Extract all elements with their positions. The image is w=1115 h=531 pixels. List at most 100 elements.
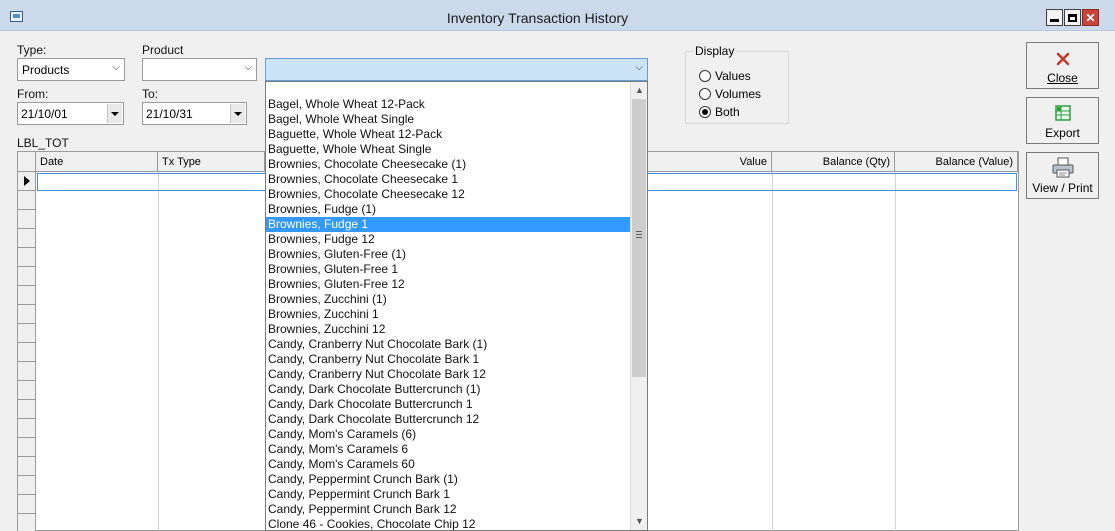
row-selector[interactable]	[18, 457, 36, 476]
maximize-icon	[1068, 13, 1077, 22]
dropdown-item[interactable]: Candy, Mom's Caramels 6	[266, 442, 631, 457]
row-selector[interactable]	[18, 305, 36, 324]
column-balance-qty[interactable]: Balance (Qty)	[772, 152, 895, 172]
chevron-down-icon: ⌵	[244, 62, 252, 73]
dropdown-item[interactable]: Brownies, Fudge (1)	[266, 202, 631, 217]
radio-both[interactable]: Both	[699, 105, 740, 119]
radio-icon	[699, 70, 711, 82]
from-date-value: 21/10/01	[21, 107, 68, 121]
row-selector[interactable]	[18, 229, 36, 248]
dropdown-items[interactable]: Bagel, Whole Wheat 12-Pack Bagel, Whole W…	[266, 97, 631, 530]
dropdown-item[interactable]: Brownies, Chocolate Cheesecake 12	[266, 187, 631, 202]
total-label: LBL_TOT	[17, 136, 69, 150]
dropdown-item[interactable]: Brownies, Zucchini (1)	[266, 292, 631, 307]
window-close-button[interactable]: ✕	[1082, 9, 1099, 26]
dropdown-item[interactable]: Brownies, Zucchini 12	[266, 322, 631, 337]
dropdown-item[interactable]: Baguette, Whole Wheat 12-Pack	[266, 127, 631, 142]
radio-icon	[699, 88, 711, 100]
dropdown-item[interactable]: Candy, Peppermint Crunch Bark (1)	[266, 472, 631, 487]
dropdown-item[interactable]: Candy, Cranberry Nut Chocolate Bark 1	[266, 352, 631, 367]
row-selector[interactable]	[18, 191, 36, 210]
row-selector[interactable]	[18, 438, 36, 457]
dropdown-item[interactable]: Brownies, Fudge 12	[266, 232, 631, 247]
grid-divider	[158, 172, 159, 531]
grid-corner	[18, 152, 36, 172]
row-selector[interactable]	[18, 514, 36, 531]
dropdown-item[interactable]: Candy, Dark Chocolate Buttercrunch 12	[266, 412, 631, 427]
to-date-picker[interactable]: 21/10/31	[142, 102, 247, 125]
view-print-button[interactable]: View / Print	[1026, 152, 1099, 199]
row-selector[interactable]	[18, 286, 36, 305]
row-selector[interactable]	[18, 381, 36, 400]
to-label: To:	[142, 87, 159, 101]
column-value[interactable]: Value	[648, 152, 772, 172]
dropdown-item[interactable]: Brownies, Chocolate Cheesecake 1	[266, 172, 631, 187]
current-row-indicator[interactable]	[18, 172, 36, 191]
dropdown-item[interactable]: Bagel, Whole Wheat 12-Pack	[266, 97, 631, 112]
minimize-icon	[1050, 18, 1059, 22]
dropdown-item[interactable]: Baguette, Whole Wheat Single	[266, 142, 631, 157]
row-selector[interactable]	[18, 400, 36, 419]
type-select[interactable]: Products ⌵	[17, 58, 125, 81]
product-label: Product	[142, 43, 184, 57]
from-date-picker[interactable]: 21/10/01	[17, 102, 124, 125]
dropdown-item[interactable]: Clone 46 - Cookies, Chocolate Chip 12	[266, 517, 631, 530]
minimize-button[interactable]	[1046, 9, 1063, 26]
radio-label: Volumes	[715, 87, 762, 101]
dropdown-item[interactable]: Bagel, Whole Wheat Single	[266, 112, 631, 127]
dropdown-item[interactable]: Brownies, Gluten-Free 12	[266, 277, 631, 292]
row-selector[interactable]	[18, 267, 36, 286]
close-x-icon: ✕	[1085, 10, 1096, 25]
radio-volumes[interactable]: Volumes	[699, 87, 761, 101]
radio-label: Both	[715, 105, 740, 119]
type-select-value: Products	[22, 63, 70, 77]
dropdown-item[interactable]: Candy, Dark Chocolate Buttercrunch (1)	[266, 382, 631, 397]
dropdown-item[interactable]: Brownies, Zucchini 1	[266, 307, 631, 322]
row-selector[interactable]	[18, 362, 36, 381]
row-selector[interactable]	[18, 476, 36, 495]
dropdown-item[interactable]: Candy, Dark Chocolate Buttercrunch 1	[266, 397, 631, 412]
close-button[interactable]: Close	[1026, 42, 1099, 89]
dropdown-item[interactable]: Candy, Cranberry Nut Chocolate Bark (1)	[266, 337, 631, 352]
dropdown-item[interactable]: Brownies, Gluten-Free (1)	[266, 247, 631, 262]
from-label: From:	[17, 87, 49, 101]
dropdown-item[interactable]: Candy, Peppermint Crunch Bark 12	[266, 502, 631, 517]
grip-icon	[636, 231, 642, 238]
radio-selected-icon	[699, 106, 711, 118]
product-select[interactable]: ⌵	[142, 58, 257, 81]
close-x-icon	[1056, 52, 1069, 66]
scroll-thumb[interactable]	[632, 99, 646, 377]
row-selector[interactable]	[18, 248, 36, 267]
dropdown-scrollbar[interactable]: ▲ ▼	[630, 82, 647, 530]
chevron-down-icon: ⌵	[635, 62, 643, 73]
dropdown-item[interactable]: Brownies, Chocolate Cheesecake (1)	[266, 157, 631, 172]
row-selector[interactable]	[18, 210, 36, 229]
radio-values[interactable]: Values	[699, 69, 751, 83]
row-selector[interactable]	[18, 324, 36, 343]
dropdown-item[interactable]: Candy, Mom's Caramels 60	[266, 457, 631, 472]
dropdown-item[interactable]: Brownies, Fudge 1	[266, 217, 631, 232]
export-button-label: Export	[1045, 126, 1080, 140]
product-dropdown-list[interactable]: Bagel, Whole Wheat 12-Pack Bagel, Whole W…	[265, 81, 648, 531]
row-selector[interactable]	[18, 495, 36, 514]
window-title: Inventory Transaction History	[446, 10, 629, 26]
calendar-dropdown-icon[interactable]	[230, 104, 245, 123]
dropdown-item[interactable]: Candy, Cranberry Nut Chocolate Bark 12	[266, 367, 631, 382]
dropdown-item[interactable]: Candy, Mom's Caramels (6)	[266, 427, 631, 442]
dropdown-item[interactable]: Candy, Peppermint Crunch Bark 1	[266, 487, 631, 502]
row-selector[interactable]	[18, 419, 36, 438]
row-selector[interactable]	[18, 343, 36, 362]
product-detail-select[interactable]: ⌵	[265, 58, 648, 81]
scroll-up-icon[interactable]: ▲	[631, 82, 647, 99]
column-tx-type[interactable]: Tx Type	[158, 152, 265, 172]
export-button[interactable]: Export	[1026, 97, 1099, 144]
grid-divider	[772, 172, 773, 531]
maximize-button[interactable]	[1064, 9, 1081, 26]
dropdown-item[interactable]: Brownies, Gluten-Free 1	[266, 262, 631, 277]
radio-label: Values	[715, 69, 751, 83]
column-balance-value[interactable]: Balance (Value)	[895, 152, 1018, 172]
column-date[interactable]: Date	[36, 152, 158, 172]
scroll-down-icon[interactable]: ▼	[631, 513, 647, 530]
calendar-dropdown-icon[interactable]	[107, 104, 122, 123]
title-bar: Inventory Transaction History ✕	[0, 0, 1115, 31]
